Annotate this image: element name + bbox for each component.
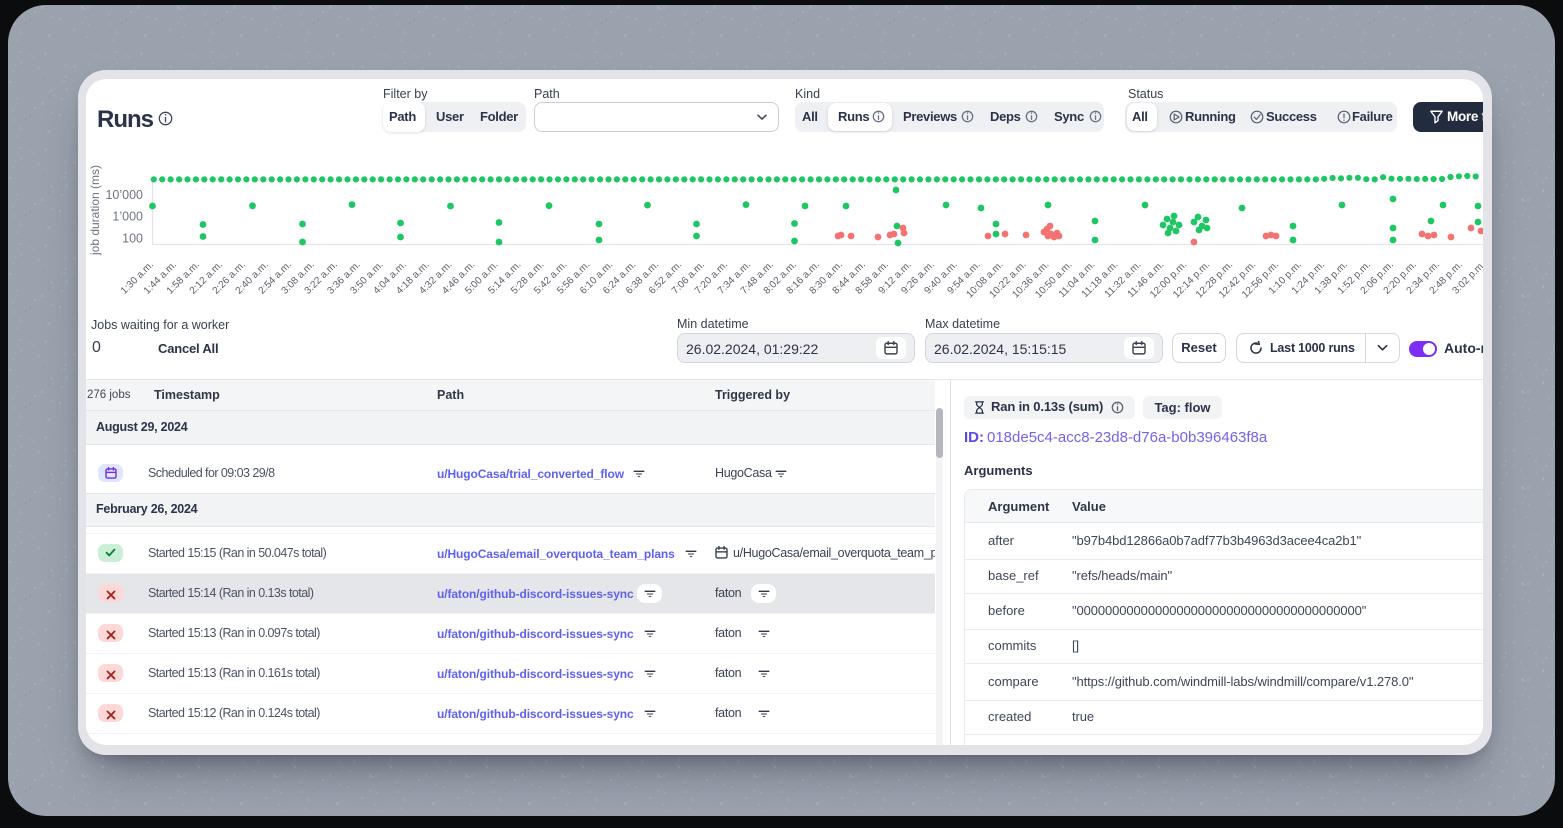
svg-text:1’000: 1’000 [112, 210, 143, 224]
svg-text:job duration (ms): job duration (ms) [88, 165, 102, 256]
svg-text:10’000: 10’000 [105, 188, 143, 202]
svg-text:100: 100 [122, 232, 143, 246]
